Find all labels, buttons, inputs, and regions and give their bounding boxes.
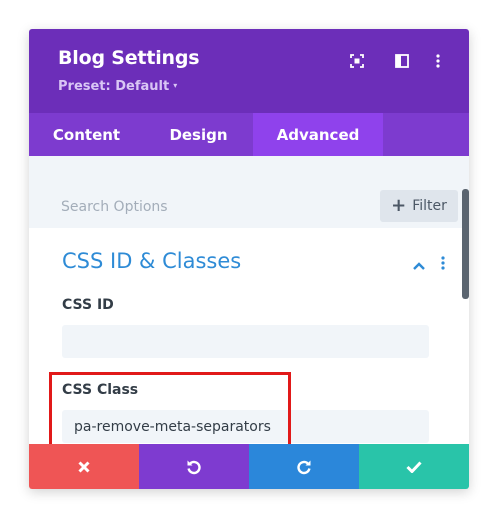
action-bar — [29, 444, 469, 489]
preset-label: Preset: Default — [58, 79, 170, 94]
search-bar: Search Options + Filter — [29, 156, 469, 228]
preset-dropdown[interactable]: Preset: Default ▾ — [58, 79, 177, 94]
section-title[interactable]: CSS ID & Classes — [62, 249, 241, 273]
more-icon[interactable] — [428, 51, 448, 71]
undo-icon — [187, 460, 201, 474]
section-more-icon[interactable] — [441, 255, 445, 274]
focus-icon[interactable] — [347, 51, 367, 71]
modal-title: Blog Settings — [58, 47, 200, 69]
plus-icon: + — [391, 195, 407, 216]
chevron-up-icon[interactable] — [412, 256, 426, 275]
tab-content[interactable]: Content — [29, 113, 144, 156]
caret-down-icon: ▾ — [173, 81, 178, 90]
search-input[interactable]: Search Options — [61, 199, 168, 215]
css-id-field[interactable] — [62, 325, 429, 358]
undo-button[interactable] — [139, 444, 249, 489]
filter-label: Filter — [412, 198, 447, 214]
split-view-icon[interactable] — [392, 51, 412, 71]
highlight-box — [49, 372, 291, 452]
settings-content: CSS ID & Classes CSS ID CSS Class pa-rem… — [29, 228, 469, 452]
css-id-label: CSS ID — [62, 297, 114, 313]
tab-design[interactable]: Design — [144, 113, 253, 156]
redo-icon — [297, 460, 311, 474]
tab-bar: Content Design Advanced — [29, 113, 469, 156]
scrollbar[interactable] — [462, 189, 469, 299]
cancel-button[interactable] — [29, 444, 139, 489]
redo-button[interactable] — [249, 444, 359, 489]
save-button[interactable] — [359, 444, 469, 489]
check-icon — [406, 460, 422, 473]
close-icon — [78, 460, 90, 473]
filter-button[interactable]: + Filter — [380, 190, 458, 222]
modal-header: Blog Settings Preset: Default ▾ — [29, 29, 469, 113]
blog-settings-modal: Blog Settings Preset: Default ▾ Content D… — [29, 29, 469, 489]
tab-advanced[interactable]: Advanced — [253, 113, 383, 156]
